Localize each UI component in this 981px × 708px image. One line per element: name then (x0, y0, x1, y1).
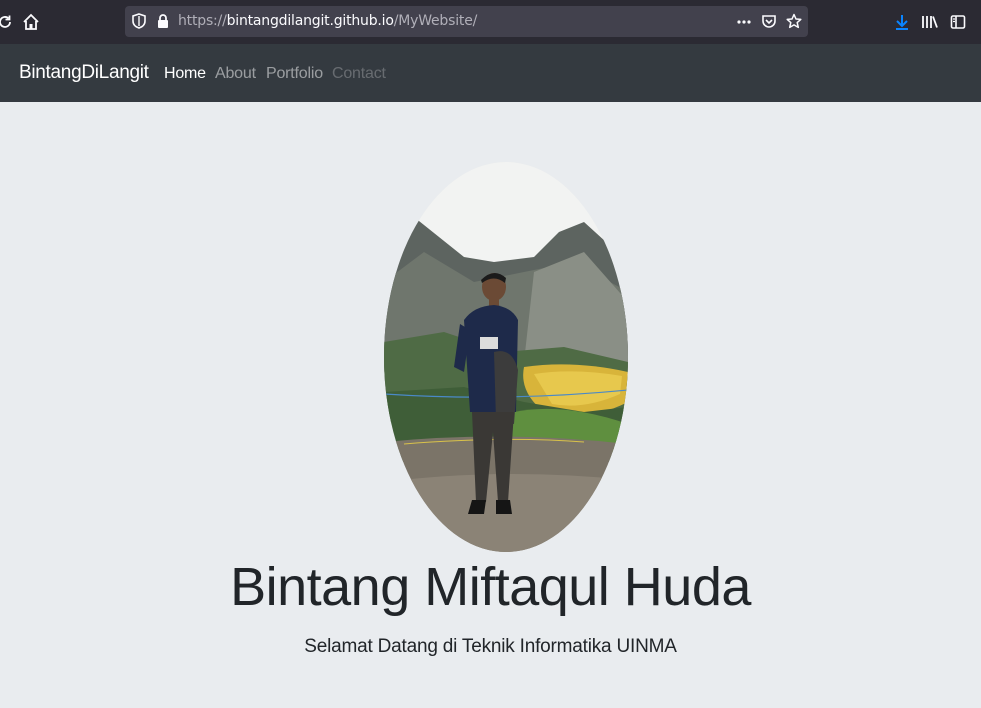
nav-link-home[interactable]: Home (164, 65, 206, 83)
url-bar[interactable]: https://bintangdilangit.github.io/MyWebs… (125, 6, 808, 37)
pocket-icon[interactable] (761, 13, 777, 29)
hero-jumbotron: Bintang Miftaqul Huda Selamat Datang di … (0, 102, 981, 708)
hero-title: Bintang Miftaqul Huda (230, 557, 751, 617)
browser-toolbar: https://bintangdilangit.github.io/MyWebs… (0, 0, 981, 44)
profile-photo (384, 162, 628, 552)
star-icon[interactable] (786, 13, 802, 29)
navbar-brand[interactable]: BintangDiLangit (19, 62, 149, 84)
overflow-edge-icon[interactable] (973, 11, 981, 33)
download-icon[interactable] (891, 11, 913, 33)
url-text: https://bintangdilangit.github.io/MyWebs… (178, 13, 477, 29)
url-host: bintangdilangit.github.io (226, 13, 394, 29)
site-navbar: BintangDiLangit Home About Portfolio Con… (0, 44, 981, 102)
sidebar-icon[interactable] (947, 11, 969, 33)
library-icon[interactable] (919, 11, 941, 33)
nav-link-about[interactable]: About (215, 65, 256, 83)
url-scheme: https:// (178, 13, 227, 29)
nav-link-contact: Contact (332, 65, 386, 82)
lock-icon[interactable] (155, 13, 171, 29)
tracking-shield-icon[interactable] (131, 13, 147, 29)
nav-link-portfolio[interactable]: Portfolio (266, 65, 323, 83)
more-icon[interactable] (736, 13, 752, 29)
reload-icon[interactable] (0, 11, 16, 33)
home-icon[interactable] (20, 11, 42, 33)
url-path: /MyWebsite/ (393, 13, 478, 29)
hero-subtitle: Selamat Datang di Teknik Informatika UIN… (304, 636, 677, 657)
